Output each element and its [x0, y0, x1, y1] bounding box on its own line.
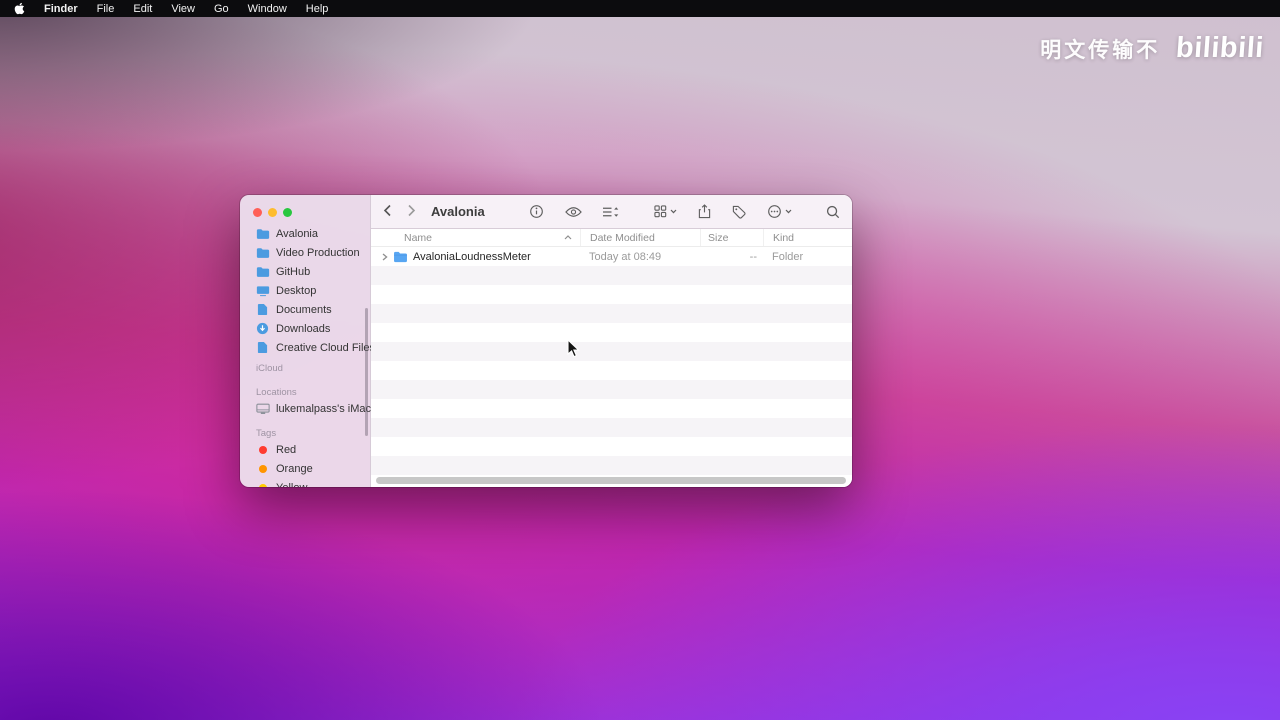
disclosure-chevron-icon[interactable] [382, 253, 388, 261]
sidebar-item-tag-yellow[interactable]: Yellow [240, 478, 370, 487]
column-header-name[interactable]: Name [371, 229, 580, 246]
sidebar-item-label: Video Production [276, 246, 360, 259]
menu-item-edit[interactable]: Edit [133, 3, 152, 15]
sidebar-item-label: Downloads [276, 322, 331, 335]
chevron-down-icon [670, 209, 677, 214]
sidebar-item-label: GitHub [276, 265, 311, 278]
more-actions-button[interactable] [767, 204, 792, 219]
desktop-wallpaper: Finder File Edit View Go Window Help 明文传… [0, 0, 1280, 720]
share-button[interactable] [698, 204, 711, 219]
search-button[interactable] [826, 205, 840, 219]
column-header-size[interactable]: Size [700, 229, 763, 246]
file-name: AvaloniaLoudnessMeter [413, 250, 531, 263]
window-title: Avalonia [431, 204, 485, 219]
tag-button[interactable] [732, 205, 746, 219]
bilibili-logo: bilibili [1175, 32, 1266, 64]
back-button[interactable] [383, 204, 392, 220]
sidebar-item-label: Avalonia [276, 227, 318, 240]
menu-item-view[interactable]: View [171, 3, 195, 15]
sidebar-item-label: Red [276, 443, 297, 456]
tag-red-dot-icon [255, 445, 270, 454]
menu-item-file[interactable]: File [97, 3, 115, 15]
folder-icon [394, 251, 407, 262]
menu-item-finder[interactable]: Finder [44, 3, 78, 15]
sidebar-item-label: Desktop [276, 284, 317, 297]
menu-item-window[interactable]: Window [248, 3, 287, 15]
sidebar-item-creative-cloud-files[interactable]: Creative Cloud Files [240, 338, 375, 357]
finder-window: Avalonia Video Production GitHub Desktop… [240, 195, 852, 487]
finder-sidebar: Avalonia Video Production GitHub Desktop… [240, 195, 375, 487]
column-header-kind[interactable]: Kind [763, 229, 852, 246]
folder-icon [255, 247, 270, 259]
sidebar-item-downloads[interactable]: Downloads [240, 319, 370, 338]
minimize-button[interactable] [268, 208, 277, 217]
view-sort-button[interactable] [603, 206, 620, 218]
sidebar-item-video-production[interactable]: Video Production [240, 243, 370, 262]
watermark-text: 明文传输不 [1040, 38, 1161, 62]
sidebar-item-avalonia[interactable]: Avalonia [240, 224, 370, 243]
watermark: 明文传输不 bilibili [1040, 32, 1266, 65]
sidebar-item-imac[interactable]: lukemalpass's iMac [240, 399, 372, 418]
sort-ascending-icon [564, 235, 572, 240]
sidebar-item-github[interactable]: GitHub [240, 262, 370, 281]
file-kind: Folder [772, 250, 804, 263]
file-size: -- [749, 250, 757, 263]
apple-menu-icon[interactable] [14, 2, 25, 15]
downloads-icon [255, 322, 270, 335]
document-icon [255, 303, 270, 316]
sidebar-section-tags: Tags [256, 428, 277, 439]
file-date-modified: Today at 08:49 [589, 250, 662, 263]
sidebar-item-documents[interactable]: Documents [240, 300, 370, 319]
sidebar-item-label: lukemalpass's iMac [276, 402, 372, 415]
finder-content: Avalonia Name Date Modified Size Kind Av… [371, 195, 852, 487]
zoom-button[interactable] [283, 208, 292, 217]
sidebar-section-icloud: iCloud [256, 363, 283, 374]
imac-icon [255, 403, 270, 415]
menu-bar: Finder File Edit View Go Window Help [0, 0, 1280, 17]
mouse-cursor [567, 339, 580, 358]
tag-orange-dot-icon [255, 464, 270, 473]
desktop-icon [255, 285, 270, 297]
chevron-down-icon [785, 209, 792, 214]
forward-button[interactable] [407, 204, 416, 220]
sidebar-item-tag-red[interactable]: Red [240, 440, 370, 459]
sidebar-item-label: Yellow [276, 482, 307, 488]
horizontal-scrollbar[interactable] [376, 477, 846, 484]
sidebar-item-label: Orange [276, 462, 313, 475]
quick-look-button[interactable] [565, 206, 582, 218]
info-button[interactable] [529, 204, 544, 219]
folder-icon [255, 228, 270, 240]
window-controls [253, 208, 292, 217]
group-by-button[interactable] [654, 205, 677, 218]
sidebar-scrollbar[interactable] [365, 308, 368, 436]
column-headers: Name Date Modified Size Kind [371, 229, 852, 247]
file-list: AvaloniaLoudnessMeter Today at 08:49 -- … [371, 247, 852, 487]
menu-item-help[interactable]: Help [306, 3, 329, 15]
document-icon [255, 341, 270, 354]
sidebar-item-desktop[interactable]: Desktop [240, 281, 370, 300]
sidebar-item-tag-orange[interactable]: Orange [240, 459, 370, 478]
finder-toolbar: Avalonia [371, 195, 852, 229]
sidebar-item-label: Creative Cloud Files [276, 341, 376, 354]
column-header-date-modified[interactable]: Date Modified [580, 229, 700, 246]
sidebar-section-locations: Locations [256, 387, 297, 398]
close-button[interactable] [253, 208, 262, 217]
menu-item-go[interactable]: Go [214, 3, 229, 15]
folder-icon [255, 266, 270, 278]
tag-yellow-dot-icon [255, 483, 270, 487]
table-row[interactable]: AvaloniaLoudnessMeter Today at 08:49 -- … [371, 247, 852, 266]
sidebar-item-label: Documents [276, 303, 332, 316]
